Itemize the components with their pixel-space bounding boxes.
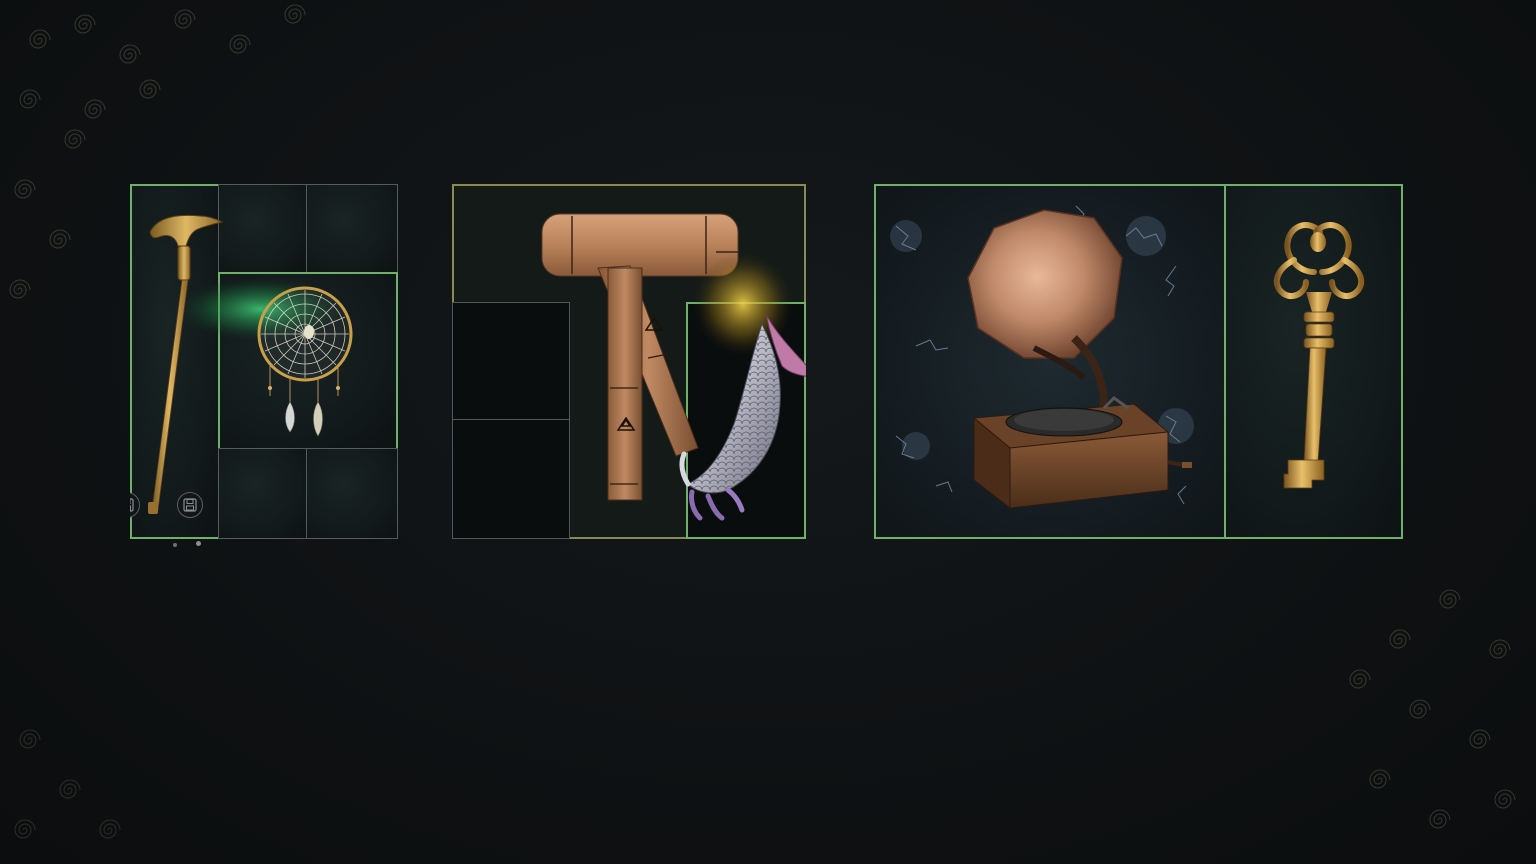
inventory-screen xyxy=(0,0,1536,864)
inventory-slot-empty[interactable] xyxy=(218,184,308,274)
scaled-gauntlet-icon xyxy=(679,313,806,521)
inventory-panel-3 xyxy=(874,184,1403,539)
pagination-dot xyxy=(173,543,177,547)
floppy-save-icon xyxy=(183,498,197,512)
ornate-key-icon xyxy=(1273,222,1365,489)
inventory-slot-empty[interactable] xyxy=(218,448,308,539)
golden-cane-icon xyxy=(148,214,224,514)
inventory-panel-1 xyxy=(130,184,398,539)
gramophone-icon xyxy=(967,209,1192,510)
floppy-save-icon xyxy=(130,498,134,512)
spiderweb-dreamcatcher-icon xyxy=(257,286,353,437)
inventory-slot-empty[interactable] xyxy=(306,184,398,274)
pagination-dot-active xyxy=(196,541,201,546)
save-slot-icon[interactable] xyxy=(177,492,203,518)
inventory-panel-2 xyxy=(452,184,806,539)
inventory-slot-empty[interactable] xyxy=(306,448,398,539)
